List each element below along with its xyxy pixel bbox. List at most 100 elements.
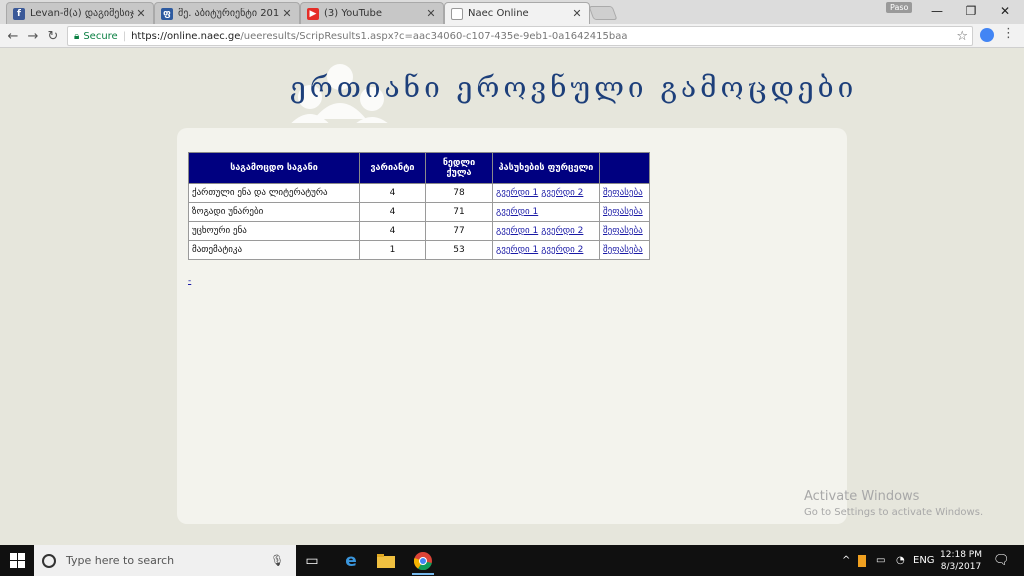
page-2-link[interactable]: გვერდი 2 bbox=[541, 245, 583, 255]
evaluate-link[interactable]: შეფასება bbox=[603, 188, 643, 198]
watermark-subtitle: Go to Settings to activate Windows. bbox=[804, 507, 984, 518]
forward-arrow-icon[interactable]: → bbox=[24, 27, 42, 45]
column-header: ნედლი ქულა bbox=[425, 152, 493, 184]
file-explorer-icon[interactable] bbox=[375, 550, 397, 571]
tab-abiturient[interactable]: ფ მე. აბიტურიენტი 201 ✕ bbox=[154, 2, 300, 24]
page-1-link[interactable]: გვერდი 1 bbox=[496, 207, 538, 217]
table-row: მათემატიკა 1 53 გვერდი 1 გვერდი 2 შეფასებ… bbox=[188, 240, 650, 260]
url-field[interactable]: 🔒︎ Secure | https://online.naec.ge /ueer… bbox=[67, 26, 973, 46]
evaluate-link[interactable]: შეფასება bbox=[603, 226, 643, 236]
action-cell: შეფასება bbox=[599, 202, 650, 222]
language-indicator[interactable]: ENG bbox=[913, 545, 935, 576]
column-header: საგამოცდო საგანი bbox=[188, 152, 360, 184]
page-1-link[interactable]: გვერდი 1 bbox=[496, 188, 538, 198]
activate-windows-watermark: Activate Windows Go to Settings to activ… bbox=[804, 489, 983, 518]
column-header: ვარიანტი bbox=[359, 152, 426, 184]
table-row: უცხოური ენა 4 77 გვერდი 1 გვერდი 2 შეფასე… bbox=[188, 221, 650, 241]
watermark-title: Activate Windows bbox=[804, 489, 920, 504]
tab-title: Naec Online bbox=[468, 8, 529, 19]
cortana-icon bbox=[42, 553, 56, 568]
close-icon[interactable]: ✕ bbox=[425, 7, 437, 20]
profile-chip[interactable]: Paso bbox=[886, 2, 913, 13]
variant-cell: 1 bbox=[359, 240, 426, 260]
url-host: https://online.naec.ge bbox=[131, 30, 241, 42]
secure-label: Secure bbox=[83, 30, 118, 42]
evaluate-link[interactable]: შეფასება bbox=[603, 245, 643, 255]
reload-icon[interactable]: ↻ bbox=[44, 27, 62, 45]
page-2-link[interactable]: გვერდი 2 bbox=[541, 188, 583, 198]
show-hidden-icons[interactable]: ^ bbox=[842, 545, 850, 576]
clock-time: 12:18 PM bbox=[940, 550, 982, 560]
tab-youtube[interactable]: ▶ (3) YouTube ✕ bbox=[300, 2, 444, 24]
close-window-icon[interactable]: ✕ bbox=[988, 0, 1022, 22]
page-1-link[interactable]: გვერდი 1 bbox=[496, 245, 538, 255]
table-header-row: საგამოცდო საგანი ვარიანტი ნედლი ქულა პას… bbox=[188, 152, 650, 184]
tab-naec-online[interactable]: Naec Online ✕ bbox=[444, 2, 590, 24]
new-tab-button[interactable] bbox=[588, 6, 618, 20]
tab-title: მე. აბიტურიენტი 201 bbox=[178, 8, 280, 19]
column-header: პასუხების ფურცელი bbox=[492, 152, 600, 184]
youtube-icon: ▶ bbox=[307, 7, 319, 20]
bottom-link[interactable]: - bbox=[188, 276, 191, 286]
facebook-icon: f bbox=[13, 7, 25, 20]
search-placeholder: Type here to search bbox=[66, 554, 175, 567]
network-icon[interactable]: ▭ bbox=[876, 545, 885, 576]
score-cell: 53 bbox=[425, 240, 493, 260]
action-cell: შეფასება bbox=[599, 240, 650, 260]
score-cell: 78 bbox=[425, 183, 493, 203]
evaluate-link[interactable]: შეფასება bbox=[603, 207, 643, 217]
site-icon: ფ bbox=[161, 7, 173, 20]
results-table: საგამოცდო საგანი ვარიანტი ნედლი ქულა პას… bbox=[188, 152, 650, 260]
back-arrow-icon[interactable]: ← bbox=[4, 27, 22, 45]
microphone-icon[interactable]: 🎙︎ bbox=[270, 554, 284, 567]
variant-cell: 4 bbox=[359, 221, 426, 241]
column-header bbox=[599, 152, 650, 184]
minimize-icon[interactable]: — bbox=[920, 0, 954, 22]
variant-cell: 4 bbox=[359, 183, 426, 203]
score-cell: 71 bbox=[425, 202, 493, 222]
close-icon[interactable]: ✕ bbox=[571, 7, 583, 20]
subject-cell: ქართული ენა და ლიტერატურა bbox=[188, 183, 360, 203]
tab-facebook[interactable]: f Levan-მ(ა) დაგიმესიჯ ✕ bbox=[6, 2, 154, 24]
lock-icon: 🔒︎ bbox=[74, 30, 80, 42]
answer-sheet-cell: გვერდი 1 გვერდი 2 bbox=[492, 240, 600, 260]
system-clock[interactable]: 12:18 PM 8/3/2017 bbox=[940, 549, 982, 573]
variant-cell: 4 bbox=[359, 202, 426, 222]
table-row: ზოგადი უნარები 4 71 გვერდი 1 შეფასება bbox=[188, 202, 650, 222]
clock-date: 8/3/2017 bbox=[940, 562, 982, 572]
wifi-icon[interactable]: ◔ bbox=[896, 545, 905, 576]
chrome-icon[interactable] bbox=[412, 550, 434, 575]
menu-dots-icon[interactable]: ⋮ bbox=[1002, 26, 1015, 41]
score-cell: 77 bbox=[425, 221, 493, 241]
subject-cell: ზოგადი უნარები bbox=[188, 202, 360, 222]
battery-icon[interactable] bbox=[858, 545, 866, 576]
restore-icon[interactable]: ❐ bbox=[954, 0, 988, 22]
extension-icon[interactable] bbox=[980, 28, 994, 42]
taskbar-search-box[interactable]: Type here to search 🎙︎ bbox=[34, 545, 296, 576]
edge-icon[interactable]: e bbox=[340, 550, 362, 571]
url-path: /ueeresults/ScripResults1.aspx?c=aac3406… bbox=[240, 30, 628, 42]
page-content: ერთიანი ეროვნული გამოცდები საგამოცდო საგ… bbox=[0, 49, 1024, 545]
answer-sheet-cell: გვერდი 1 გვერდი 2 bbox=[492, 183, 600, 203]
answer-sheet-cell: გვერდი 1 bbox=[492, 202, 600, 222]
address-bar: ← → ↻ 🔒︎ Secure | https://online.naec.ge… bbox=[0, 24, 1024, 48]
action-cell: შეფასება bbox=[599, 221, 650, 241]
results-panel: საგამოცდო საგანი ვარიანტი ნედლი ქულა პას… bbox=[177, 128, 847, 524]
close-icon[interactable]: ✕ bbox=[281, 7, 293, 20]
close-icon[interactable]: ✕ bbox=[135, 7, 147, 20]
task-view-icon[interactable]: ▭ bbox=[301, 550, 323, 571]
windows-start-icon[interactable] bbox=[10, 553, 25, 568]
action-cell: შეფასება bbox=[599, 183, 650, 203]
answer-sheet-cell: გვერდი 1 გვერდი 2 bbox=[492, 221, 600, 241]
bookmark-star-icon[interactable]: ☆ bbox=[956, 29, 968, 44]
page-1-link[interactable]: გვერდი 1 bbox=[496, 226, 538, 236]
notifications-icon[interactable]: 🗨︎ bbox=[993, 545, 1010, 576]
tab-title: Levan-მ(ა) დაგიმესიჯ bbox=[30, 8, 135, 19]
page-icon bbox=[451, 7, 463, 20]
page-2-link[interactable]: გვერდი 2 bbox=[541, 226, 583, 236]
tab-title: (3) YouTube bbox=[324, 8, 383, 19]
taskbar: Type here to search 🎙︎ ▭ e ^ ▭ ◔ ENG 12:… bbox=[0, 545, 1024, 576]
divider: | bbox=[122, 30, 127, 42]
tab-strip: f Levan-მ(ა) დაგიმესიჯ ✕ ფ მე. აბიტურიენ… bbox=[0, 0, 1024, 24]
subject-cell: უცხოური ენა bbox=[188, 221, 360, 241]
